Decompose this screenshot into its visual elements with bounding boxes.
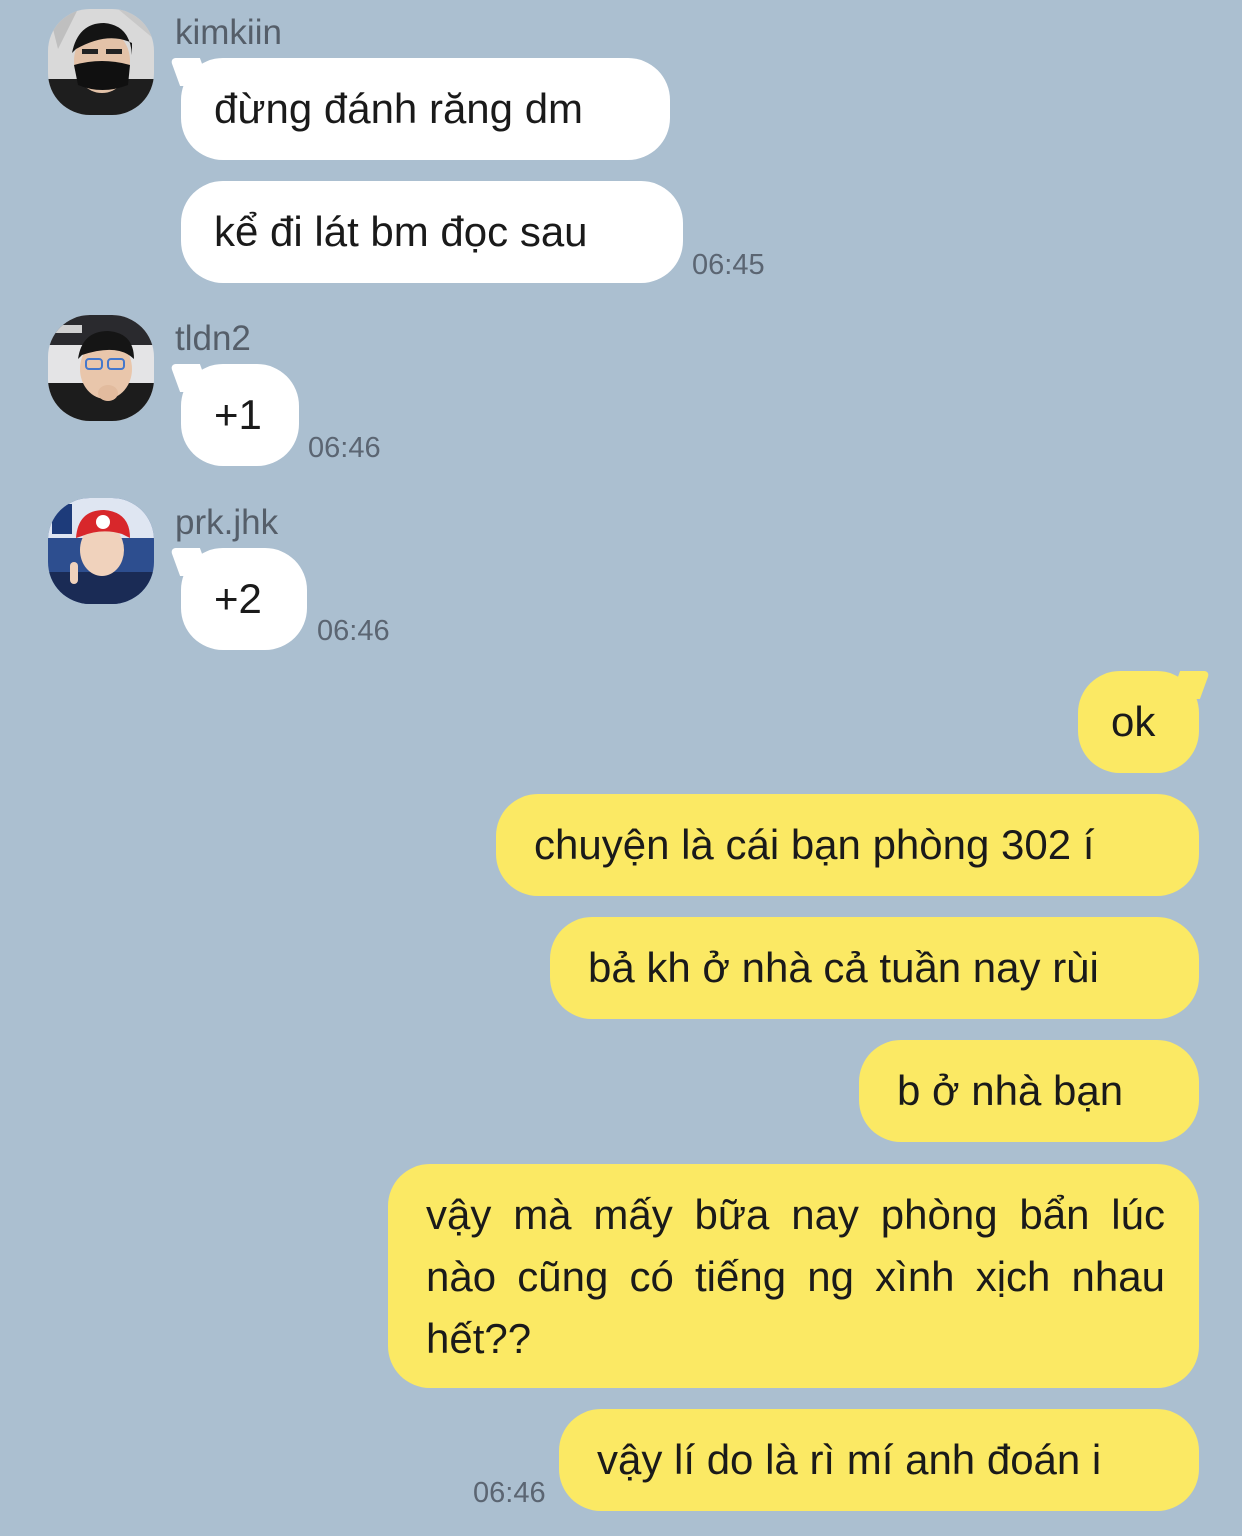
message-timestamp: 06:46 bbox=[473, 1477, 546, 1509]
chat-message-list[interactable]: kimkiin đừng đánh răng dm kể đi lát bm đ… bbox=[0, 0, 1242, 1536]
message-bubble-outgoing[interactable]: chuyện là cái bạn phòng 302 í bbox=[496, 794, 1199, 896]
message-bubble[interactable]: kể đi lát bm đọc sau bbox=[181, 181, 683, 283]
message-text: vậy lí do là rì mí anh đoán i bbox=[597, 1436, 1102, 1483]
message-text: vậy mà mấy bữa nay phòng bẩn lúc nào cũn… bbox=[426, 1191, 1165, 1362]
message-text: bả kh ở nhà cả tuần nay rùi bbox=[588, 944, 1099, 991]
message-text: chuyện là cái bạn phòng 302 í bbox=[534, 821, 1095, 868]
avatar-prkjhk[interactable] bbox=[48, 498, 154, 604]
avatar-tldn2-icon bbox=[48, 315, 154, 421]
message-bubble-outgoing[interactable]: bả kh ở nhà cả tuần nay rùi bbox=[550, 917, 1199, 1019]
message-text: kể đi lát bm đọc sau bbox=[214, 208, 588, 255]
message-timestamp: 06:45 bbox=[692, 249, 765, 281]
sender-name: tldn2 bbox=[175, 319, 251, 358]
message-text: +1 bbox=[214, 391, 262, 438]
message-bubble-outgoing[interactable]: ok bbox=[1078, 671, 1199, 773]
message-bubble[interactable]: +2 bbox=[181, 548, 307, 650]
message-text: +2 bbox=[214, 575, 262, 622]
sender-name: prk.jhk bbox=[175, 503, 279, 542]
message-bubble-outgoing[interactable]: vậy mà mấy bữa nay phòng bẩn lúc nào cũn… bbox=[388, 1164, 1199, 1388]
message-bubble[interactable]: đừng đánh răng dm bbox=[181, 58, 670, 160]
message-bubble-outgoing[interactable]: vậy lí do là rì mí anh đoán i bbox=[559, 1409, 1199, 1511]
message-timestamp: 06:46 bbox=[308, 432, 381, 464]
message-timestamp: 06:46 bbox=[317, 615, 390, 647]
message-text: ok bbox=[1111, 698, 1156, 745]
message-text: đừng đánh răng dm bbox=[214, 85, 584, 132]
avatar-tldn2[interactable] bbox=[48, 315, 154, 421]
message-bubble[interactable]: +1 bbox=[181, 364, 299, 466]
message-text: b ở nhà bạn bbox=[897, 1067, 1124, 1114]
message-bubble-outgoing[interactable]: b ở nhà bạn bbox=[859, 1040, 1199, 1142]
avatar-prkjhk-icon bbox=[48, 498, 154, 604]
sender-name: kimkiin bbox=[175, 13, 282, 52]
avatar-kimkiin-icon bbox=[48, 9, 154, 115]
avatar-kimkiin[interactable] bbox=[48, 9, 154, 115]
